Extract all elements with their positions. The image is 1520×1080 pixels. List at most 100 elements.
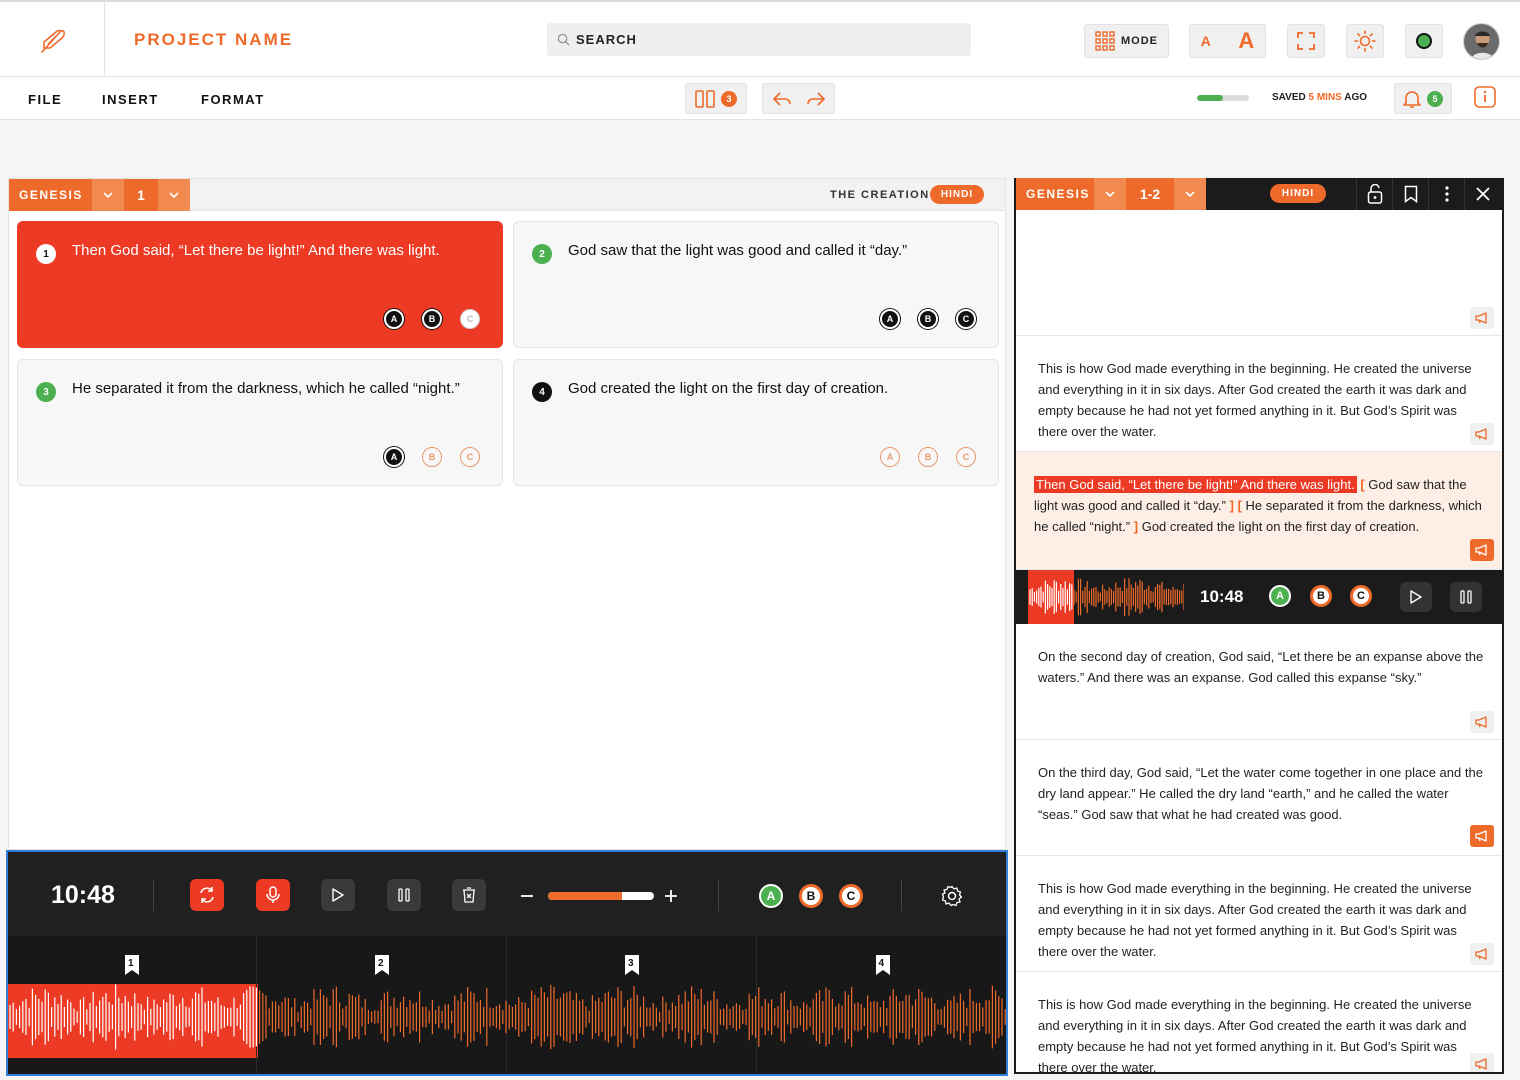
- waveform[interactable]: [1028, 576, 1184, 618]
- record-button[interactable]: [256, 879, 290, 911]
- take-a[interactable]: A: [880, 447, 900, 467]
- verse-segment[interactable]: God created the light on the first day o…: [1142, 519, 1420, 534]
- redo-icon[interactable]: [806, 91, 826, 107]
- speaker-button[interactable]: [1470, 943, 1494, 965]
- menu-format[interactable]: FORMAT: [201, 92, 265, 107]
- book-selector[interactable]: GENESIS: [9, 179, 92, 211]
- take-a[interactable]: A: [384, 447, 404, 467]
- user-avatar[interactable]: [1463, 23, 1500, 60]
- take-c[interactable]: C: [460, 447, 480, 467]
- columns-button[interactable]: 3: [685, 83, 747, 114]
- speaker-button[interactable]: [1470, 307, 1494, 329]
- verse-card-2[interactable]: 2 God saw that the light was good and ca…: [513, 221, 999, 348]
- take-a-button[interactable]: A: [1269, 585, 1291, 607]
- project-name[interactable]: PROJECT NAME: [134, 30, 293, 50]
- volume-slider[interactable]: [548, 892, 654, 900]
- volume-up-icon[interactable]: [664, 889, 678, 903]
- status-indicator-icon: [1416, 33, 1432, 49]
- more-button[interactable]: [1428, 178, 1464, 210]
- take-c-button[interactable]: C: [839, 884, 863, 908]
- lock-button[interactable]: [1356, 178, 1392, 210]
- undo-icon[interactable]: [772, 91, 792, 107]
- chevron-down-icon: [169, 192, 179, 198]
- retake-button[interactable]: [190, 879, 224, 911]
- menu-insert[interactable]: INSERT: [102, 92, 159, 107]
- speaker-button[interactable]: [1470, 539, 1494, 561]
- unlock-icon: [1367, 184, 1382, 204]
- notifications-button[interactable]: 5: [1394, 83, 1452, 114]
- take-c[interactable]: C: [956, 447, 976, 467]
- reference-book-selector[interactable]: GENESIS: [1016, 178, 1094, 210]
- reference-chapter-dropdown[interactable]: [1174, 178, 1206, 210]
- take-b[interactable]: B: [422, 447, 442, 467]
- reference-book-dropdown[interactable]: [1094, 178, 1126, 210]
- megaphone-icon: [1475, 312, 1487, 324]
- info-button[interactable]: [1474, 86, 1496, 113]
- reference-play-button[interactable]: [1400, 582, 1432, 612]
- chevron-down-icon: [1185, 191, 1195, 197]
- search-input[interactable]: [576, 32, 956, 47]
- language-pill[interactable]: HINDI: [930, 185, 984, 204]
- chapter-dropdown[interactable]: [158, 179, 190, 211]
- take-a[interactable]: A: [384, 309, 404, 329]
- gear-icon[interactable]: [941, 885, 963, 907]
- chevron-down-icon: [1105, 191, 1115, 197]
- speaker-button[interactable]: [1470, 711, 1494, 733]
- speaker-button[interactable]: [1470, 423, 1494, 445]
- take-b[interactable]: B: [422, 309, 442, 329]
- megaphone-icon: [1475, 948, 1487, 960]
- app-logo[interactable]: [0, 2, 105, 77]
- speaker-button[interactable]: [1470, 1053, 1494, 1072]
- highlighted-verse[interactable]: Then God said, “Let there be light!” And…: [1034, 476, 1357, 493]
- bell-icon: [1403, 90, 1421, 108]
- recorder-timeline[interactable]: 1 2 3 4: [8, 936, 1006, 1074]
- fullscreen-icon: [1297, 32, 1315, 50]
- delete-button[interactable]: [452, 879, 486, 911]
- fullscreen-button[interactable]: [1287, 24, 1325, 58]
- status-button[interactable]: [1405, 24, 1443, 58]
- verse-card-1[interactable]: 1 Then God said, “Let there be light!” A…: [17, 221, 503, 348]
- verse-card-3[interactable]: 3 He separated it from the darkness, whi…: [17, 359, 503, 486]
- menu-file[interactable]: FILE: [28, 92, 62, 107]
- mode-button[interactable]: MODE: [1084, 24, 1169, 58]
- take-c-button[interactable]: C: [1350, 585, 1372, 607]
- font-decrease-button[interactable]: A: [1201, 33, 1211, 49]
- take-b[interactable]: B: [918, 447, 938, 467]
- take-c[interactable]: C: [460, 309, 480, 329]
- bracket: [: [1237, 498, 1242, 513]
- top-bar: PROJECT NAME MODE A A: [0, 0, 1520, 77]
- play-button[interactable]: [321, 879, 355, 911]
- chapter-selector[interactable]: 1: [124, 179, 158, 211]
- reference-pause-button[interactable]: [1450, 582, 1482, 612]
- mode-label: MODE: [1121, 35, 1158, 47]
- reference-language-pill[interactable]: HINDI: [1270, 184, 1326, 203]
- take-c[interactable]: C: [956, 309, 976, 329]
- take-a[interactable]: A: [880, 309, 900, 329]
- reference-text: This is how God made everything in the b…: [1038, 881, 1472, 959]
- reference-block-5: This is how God made everything in the b…: [1016, 856, 1502, 972]
- play-icon: [332, 888, 344, 902]
- take-b-button[interactable]: B: [1310, 585, 1332, 607]
- reference-chapter-selector[interactable]: 1-2: [1126, 178, 1174, 210]
- close-button[interactable]: [1464, 178, 1500, 210]
- chevron-down-icon: [103, 192, 113, 198]
- bookmark-button[interactable]: [1392, 178, 1428, 210]
- theme-button[interactable]: [1346, 24, 1384, 58]
- search-bar[interactable]: [547, 23, 971, 56]
- font-increase-button[interactable]: A: [1238, 28, 1254, 54]
- verse-text: Then God said, “Let there be light!” And…: [72, 242, 440, 259]
- take-b[interactable]: B: [918, 309, 938, 329]
- reference-block-3: On the second day of creation, God said,…: [1016, 624, 1502, 740]
- pause-button[interactable]: [387, 879, 421, 911]
- verse-text: He separated it from the darkness, which…: [72, 380, 460, 397]
- verse-panel-header: GENESIS 1 THE CREATION HINDI: [9, 179, 1005, 211]
- volume-down-icon[interactable]: [520, 889, 534, 903]
- book-dropdown[interactable]: [92, 179, 124, 211]
- reference-block-4: On the third day, God said, “Let the wat…: [1016, 740, 1502, 856]
- speaker-button[interactable]: [1470, 825, 1494, 847]
- verse-card-4[interactable]: 4 God created the light on the first day…: [513, 359, 999, 486]
- take-b-button[interactable]: B: [799, 884, 823, 908]
- save-progress-bar: [1197, 95, 1249, 101]
- take-a-button[interactable]: A: [759, 884, 783, 908]
- segment-label: 2: [378, 958, 384, 969]
